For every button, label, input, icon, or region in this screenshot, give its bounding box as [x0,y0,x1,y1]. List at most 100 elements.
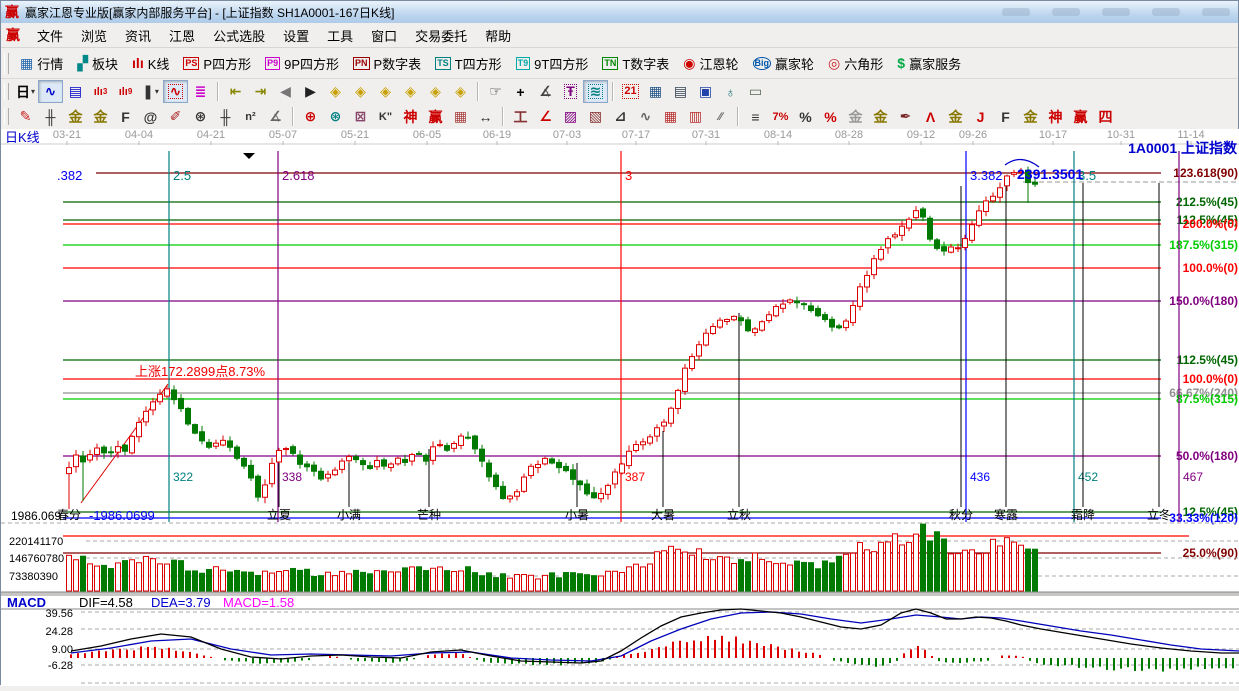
zoom-diamond-3[interactable]: ◈ [373,80,398,103]
f-grid-tool[interactable]: F [113,105,138,128]
hexagon-button[interactable]: ◎六角形 [821,51,890,76]
f-line-tool[interactable]: F [993,105,1018,128]
fence-tool[interactable]: ╫ [213,105,238,128]
star-grid-tool[interactable]: ⊛ [323,105,348,128]
9t-square-button[interactable]: T99T四方形 [509,51,596,76]
parallel-lines-tool[interactable]: ∕∕ [708,105,733,128]
t-square-button[interactable]: TST四方形 [428,51,508,76]
crosshair-tool-button[interactable]: + [508,80,533,103]
p-square-button[interactable]: PSP四方形 [176,51,258,76]
spiral-tool[interactable]: @ [138,105,163,128]
winner-wheel-button[interactable]: Big赢家轮 [746,51,822,76]
kline-button[interactable]: ılıK线 [125,51,176,76]
ruler-pencil-tool[interactable]: ✐ [163,105,188,128]
profile-histogram-button[interactable]: ≣ [188,80,213,103]
gold-angle-tool[interactable]: 金 [1018,105,1043,128]
angle-measure-button[interactable]: ∡ [533,80,558,103]
gann-circle-tool[interactable]: ⊕ [298,105,323,128]
fan-lines-tool[interactable]: ∠ [533,105,558,128]
info-panel-button[interactable]: ▤ [63,80,88,103]
hand-tool-button[interactable]: ☞ [483,80,508,103]
grid-tool[interactable]: ╫ [38,105,63,128]
gold-diag-tool[interactable]: 金 [943,105,968,128]
t-table-button[interactable]: TNT数字表 [595,51,676,76]
menu-item-交易委托[interactable]: 交易委托 [406,23,476,48]
workstation-button[interactable]: ▭ [743,80,768,103]
gold-grid2-tool[interactable]: 金 [88,105,113,128]
circle-grid-tool[interactable]: ⊛ [188,105,213,128]
kline-chart[interactable]: 03-2104-0404-2105-0705-2106-0506-1907-03… [1,129,1239,686]
zigzag-tool[interactable]: ∿ [633,105,658,128]
save-button[interactable]: ▣ [693,80,718,103]
nine-bar-button[interactable]: ılı9 [113,80,138,103]
red-grid-tool[interactable]: ▦ [658,105,683,128]
percent-tool[interactable]: % [793,105,818,128]
menu-item-设置[interactable]: 设置 [274,23,318,48]
winner-service-button[interactable]: $赢家服务 [890,51,968,76]
notes-button[interactable]: ▤ [668,80,693,103]
first-bar-button[interactable]: ⇤ [223,80,248,103]
p-table-button[interactable]: PNP数字表 [346,51,428,76]
menu-item-资讯[interactable]: 资讯 [116,23,160,48]
si-angle-tool[interactable]: 四 [1093,105,1118,128]
shen-grid-tool[interactable]: 神 [398,105,423,128]
angle-tool[interactable]: ∡ [263,105,288,128]
n-square-tool[interactable]: n² [238,105,263,128]
wave-a-tool[interactable]: Λ [918,105,943,128]
ink-tool[interactable]: ✒ [893,105,918,128]
red-wave-button[interactable]: ∿ [163,80,188,103]
network-button[interactable]: ♁ [718,80,743,103]
square-fan-tool[interactable]: ⊠ [348,105,373,128]
quotes-button[interactable]: ▦行情 [13,51,70,76]
numbered-grid-tool[interactable]: ▦ [448,105,473,128]
percent7-tool[interactable]: 7% [768,105,793,128]
menu-item-浏览[interactable]: 浏览 [72,23,116,48]
zoom-diamond-1[interactable]: ◈ [323,80,348,103]
shaded-square-tool[interactable]: ▧ [583,105,608,128]
wave-tool-button[interactable]: ≋ [583,80,608,103]
next-bar-button[interactable]: ▶ [298,80,323,103]
k-quote-tool[interactable]: K" [373,105,398,128]
gold-circle-tool[interactable]: 金 [843,105,868,128]
9p-square-button[interactable]: P99P四方形 [258,51,346,76]
curve-overlay-button[interactable]: ∿ [38,80,63,103]
menu-item-江恩[interactable]: 江恩 [160,23,204,48]
toolbar-grip[interactable] [4,83,9,101]
toolbar-grip[interactable] [4,53,9,74]
prev-bar-button[interactable]: ◀ [273,80,298,103]
ying-angle-tool[interactable]: 赢 [1068,105,1093,128]
three-bar-button[interactable]: ılı3 [88,80,113,103]
last-bar-button[interactable]: ⇥ [248,80,273,103]
fan-square-tool[interactable]: ▨ [558,105,583,128]
j-line-tool[interactable]: J [968,105,993,128]
beam-tool[interactable]: 工 [508,105,533,128]
levels-tool[interactable]: ≡ [743,105,768,128]
menu-item-工具[interactable]: 工具 [318,23,362,48]
menu-item-公式选股[interactable]: 公式选股 [204,23,274,48]
gold-grid-tool[interactable]: 金 [63,105,88,128]
ying-grid-tool[interactable]: 赢 [423,105,448,128]
zoom-diamond-2[interactable]: ◈ [348,80,373,103]
percent-line-tool[interactable]: % [818,105,843,128]
candle-tool-dropdown[interactable]: ❚▾ [138,80,163,103]
title-bar[interactable]: 赢 赢家江恩专业版[赢家内部服务平台] - [上证指数 SH1A0001-167… [1,1,1238,24]
gold-line-tool[interactable]: 金 [868,105,893,128]
angle-lines-tool[interactable]: ⊿ [608,105,633,128]
menu-item-窗口[interactable]: 窗口 [362,23,406,48]
gann-box-tool-button[interactable]: Ŧ [558,80,583,103]
gann-wheel-button[interactable]: ◉江恩轮 [676,51,745,76]
chart-area[interactable]: 03-2104-0404-2105-0705-2106-0506-1907-03… [1,129,1239,686]
menu-item-文件[interactable]: 文件 [28,23,72,48]
zoom-diamond-4[interactable]: ◈ [398,80,423,103]
zoom-diamond-6[interactable]: ◈ [448,80,473,103]
sectors-button[interactable]: ▞板块 [70,51,125,76]
shen-angle-tool[interactable]: 神 [1043,105,1068,128]
red-grid2-tool[interactable]: ▥ [683,105,708,128]
kline-style-dropdown[interactable]: 日▾ [13,80,38,103]
pencil-tool[interactable]: ✎ [13,105,38,128]
calendar-button[interactable]: 21 [618,80,643,103]
calculator-button[interactable]: ▦ [643,80,668,103]
zoom-diamond-5[interactable]: ◈ [423,80,448,103]
h-measure-tool[interactable]: ↔ [473,105,498,128]
toolbar-grip[interactable] [4,108,9,126]
